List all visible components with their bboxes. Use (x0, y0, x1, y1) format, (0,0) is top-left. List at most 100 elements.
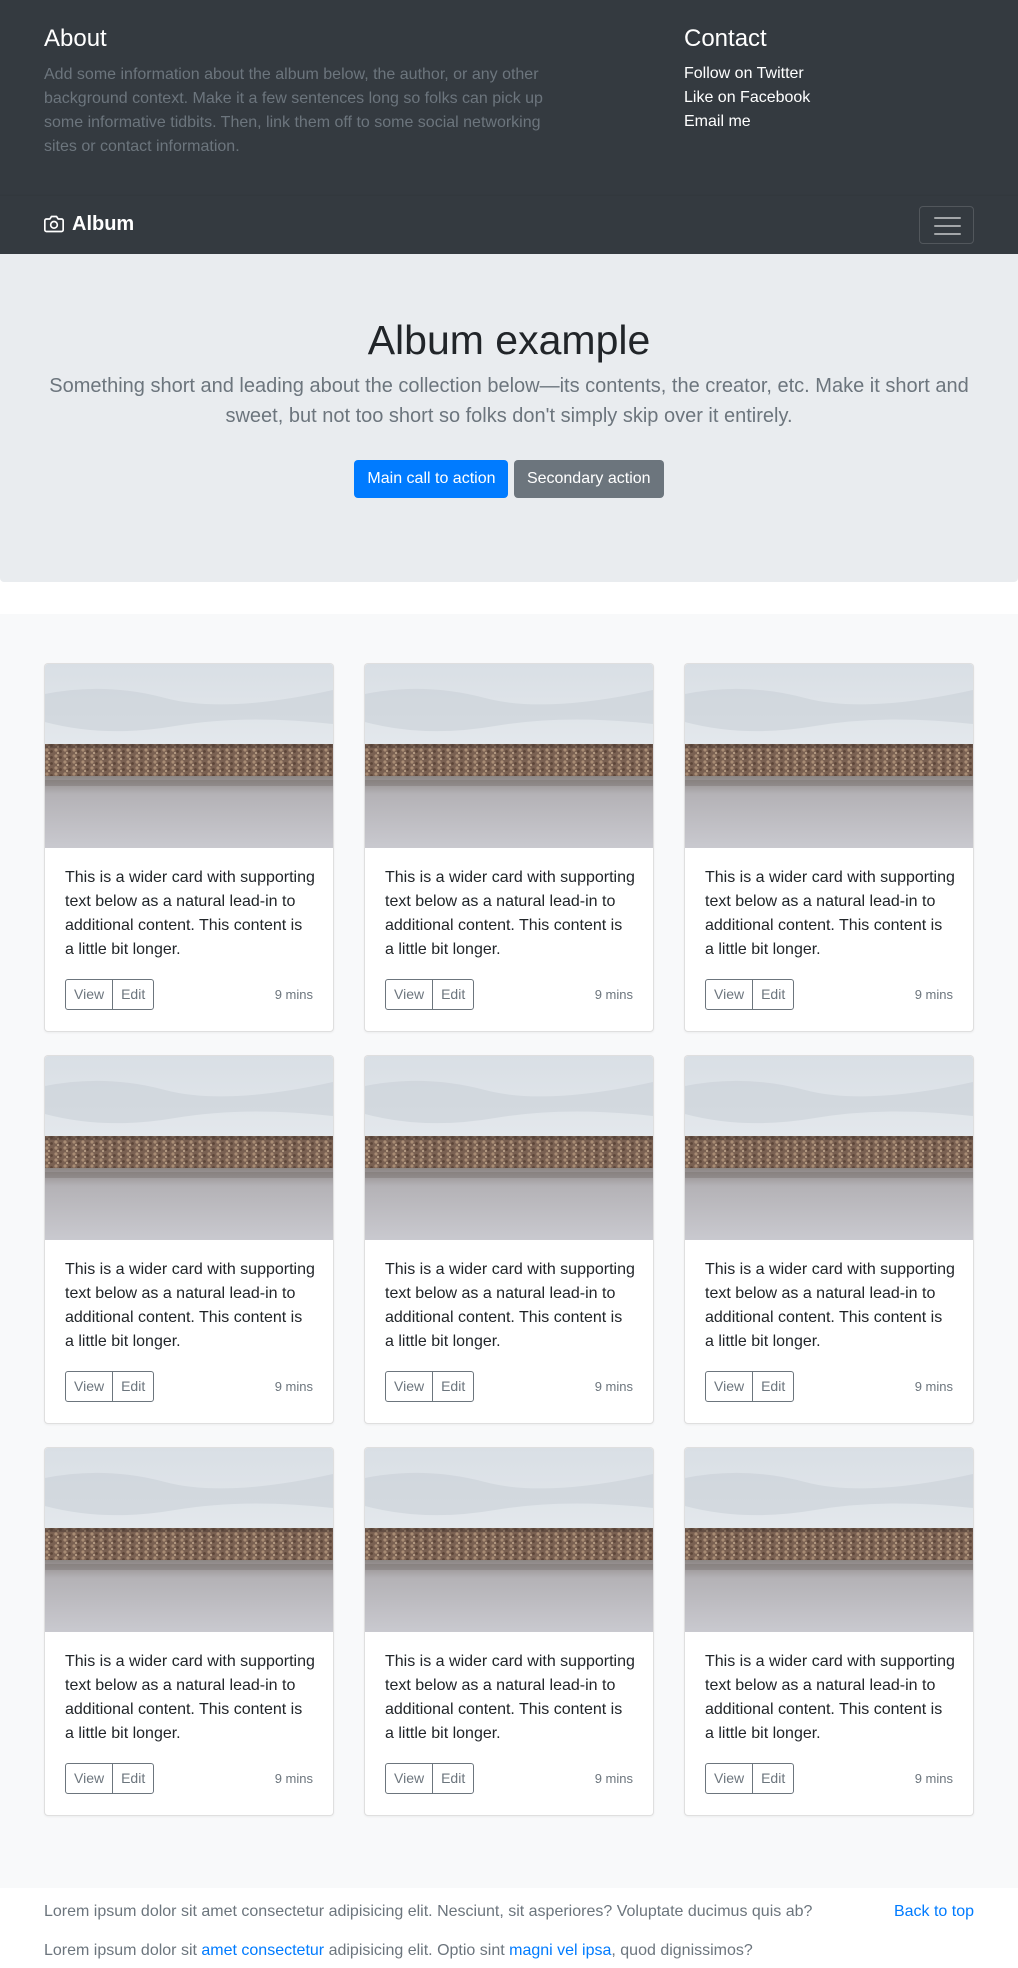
card-image (45, 1448, 333, 1632)
view-button[interactable]: View (705, 979, 754, 1010)
footer-line-1: Lorem ipsum dolor sit amet consectetur a… (44, 1903, 813, 1920)
footer-link-amet-consectetur[interactable]: amet consectetur (201, 1942, 324, 1959)
card-image (365, 664, 653, 848)
edit-button[interactable]: Edit (432, 1371, 475, 1402)
navbar-brand[interactable]: Album (44, 212, 134, 236)
album-card: This is a wider card with supporting tex… (684, 663, 974, 1032)
navbar-collapse-panel: About Add some information about the alb… (0, 0, 1018, 196)
edit-button[interactable]: Edit (752, 1763, 795, 1794)
card-time: 9 mins (274, 987, 313, 1002)
card-time: 9 mins (274, 1379, 313, 1394)
card-image (685, 1056, 973, 1240)
album-card: This is a wider card with supporting tex… (44, 1055, 334, 1424)
card-button-group: View Edit (385, 1763, 475, 1794)
contact-link-facebook[interactable]: Like on Facebook (684, 86, 974, 110)
about-section: About Add some information about the alb… (44, 24, 574, 159)
card-text: This is a wider card with supporting tex… (705, 1261, 955, 1350)
edit-button[interactable]: Edit (112, 1763, 155, 1794)
landscape-photo (365, 1448, 653, 1632)
jumbotron-actions: Main call to action Secondary action (0, 460, 1018, 498)
card-button-group: View Edit (65, 1371, 155, 1402)
view-button[interactable]: View (705, 1763, 754, 1794)
card-time: 9 mins (914, 1771, 953, 1786)
landscape-photo (685, 664, 973, 848)
contact-links: Follow on Twitter Like on Facebook Email… (684, 62, 974, 134)
footer-line-2: Lorem ipsum dolor sit amet consectetur a… (44, 1939, 753, 1963)
edit-button[interactable]: Edit (112, 979, 155, 1010)
jumbotron-lead: Something short and leading about the co… (49, 375, 969, 427)
contact-section: Contact Follow on Twitter Like on Facebo… (684, 24, 974, 134)
landscape-photo (685, 1056, 973, 1240)
edit-button[interactable]: Edit (752, 979, 795, 1010)
card-text: This is a wider card with supporting tex… (385, 1261, 635, 1350)
card-image (685, 1448, 973, 1632)
card-button-group: View Edit (65, 1763, 155, 1794)
card-text: This is a wider card with supporting tex… (65, 1653, 315, 1742)
card-time: 9 mins (914, 987, 953, 1002)
card-text: This is a wider card with supporting tex… (65, 1261, 315, 1350)
card-button-group: View Edit (65, 979, 155, 1010)
album-card: This is a wider card with supporting tex… (684, 1447, 974, 1816)
card-image (685, 664, 973, 848)
card-button-group: View Edit (705, 1763, 795, 1794)
card-time: 9 mins (274, 1771, 313, 1786)
card-text: This is a wider card with supporting tex… (705, 1653, 955, 1742)
album-section: This is a wider card with supporting tex… (0, 614, 1018, 1888)
back-to-top-link[interactable]: Back to top (894, 1900, 974, 1924)
camera-icon (44, 215, 64, 233)
card-time: 9 mins (594, 1379, 633, 1394)
landscape-photo (365, 664, 653, 848)
contact-link-twitter[interactable]: Follow on Twitter (684, 62, 974, 86)
view-button[interactable]: View (385, 1763, 434, 1794)
card-image (45, 664, 333, 848)
card-text: This is a wider card with supporting tex… (705, 869, 955, 958)
card-button-group: View Edit (705, 979, 795, 1010)
album-card: This is a wider card with supporting tex… (684, 1055, 974, 1424)
card-image (365, 1056, 653, 1240)
main-call-to-action-button[interactable]: Main call to action (354, 460, 509, 498)
card-time: 9 mins (594, 987, 633, 1002)
footer-text-c: , quod dignissimos? (611, 1942, 753, 1959)
card-text: This is a wider card with supporting tex… (65, 869, 315, 958)
view-button[interactable]: View (65, 1371, 114, 1402)
card-text: This is a wider card with supporting tex… (385, 869, 635, 958)
brand-label: Album (72, 213, 135, 235)
navbar-toggler-button[interactable] (919, 206, 974, 244)
landscape-photo (685, 1448, 973, 1632)
card-button-group: View Edit (385, 979, 475, 1010)
view-button[interactable]: View (65, 979, 114, 1010)
jumbotron-heading: Album example (367, 317, 651, 363)
card-time: 9 mins (914, 1379, 953, 1394)
album-card: This is a wider card with supporting tex… (364, 1055, 654, 1424)
edit-button[interactable]: Edit (432, 979, 475, 1010)
about-title: About (44, 25, 107, 52)
album-card: This is a wider card with supporting tex… (44, 663, 334, 1032)
card-button-group: View Edit (385, 1371, 475, 1402)
card-text: This is a wider card with supporting tex… (385, 1653, 635, 1742)
footer-link-magni-vel-ipsa[interactable]: magni vel ipsa (509, 1942, 611, 1959)
jumbotron: Album example Something short and leadin… (0, 254, 1018, 582)
landscape-photo (365, 1056, 653, 1240)
card-image (365, 1448, 653, 1632)
landscape-photo (45, 664, 333, 848)
edit-button[interactable]: Edit (432, 1763, 475, 1794)
edit-button[interactable]: Edit (112, 1371, 155, 1402)
album-card: This is a wider card with supporting tex… (364, 663, 654, 1032)
edit-button[interactable]: Edit (752, 1371, 795, 1402)
view-button[interactable]: View (65, 1763, 114, 1794)
navbar: Album (0, 196, 1018, 254)
hamburger-icon (934, 217, 961, 219)
card-time: 9 mins (594, 1771, 633, 1786)
contact-title: Contact (684, 25, 767, 52)
secondary-action-button[interactable]: Secondary action (513, 460, 664, 498)
footer: Lorem ipsum dolor sit amet consectetur a… (0, 1888, 1018, 1968)
card-button-group: View Edit (705, 1371, 795, 1402)
contact-link-email[interactable]: Email me (684, 110, 974, 134)
card-image (45, 1056, 333, 1240)
view-button[interactable]: View (385, 1371, 434, 1402)
footer-text-b: adipisicing elit. Optio sint (324, 1942, 510, 1959)
landscape-photo (45, 1448, 333, 1632)
view-button[interactable]: View (385, 979, 434, 1010)
view-button[interactable]: View (705, 1371, 754, 1402)
album-card: This is a wider card with supporting tex… (364, 1447, 654, 1816)
